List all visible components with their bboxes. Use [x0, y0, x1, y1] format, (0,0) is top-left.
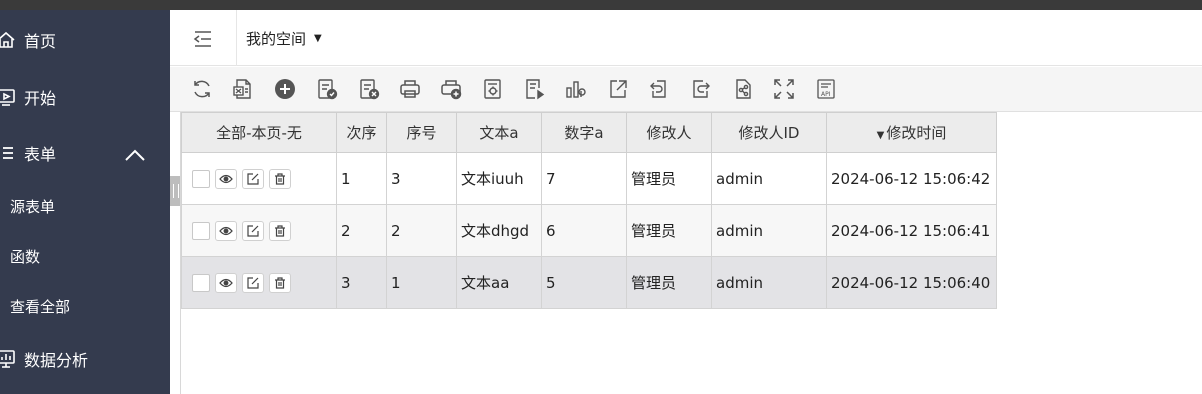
sidebar-subitem-label: 函数 [10, 247, 41, 266]
cell-modified-time: 2024-06-12 15:06:42 [826, 152, 997, 205]
sidebar-item-label: 首页 [24, 32, 57, 51]
print-icon[interactable] [398, 77, 422, 101]
run-doc-icon[interactable] [523, 77, 547, 101]
row-checkbox[interactable] [192, 169, 210, 188]
window-top-bar [0, 0, 1202, 10]
header-divider [236, 10, 237, 66]
cell-text-a: 文本aa [456, 256, 542, 309]
chart-icon[interactable] [564, 77, 588, 101]
table-header-row: 全部-本页-无 次序 序号 文本a 数字a 修改人 修改人ID ▼ 修改时间 [181, 112, 997, 153]
api-doc-icon[interactable]: API [814, 77, 838, 101]
sidebar-subitem-functions[interactable]: 函数 [10, 240, 160, 272]
cell-order: 2 [336, 204, 387, 257]
caret-down-icon: ▼ [314, 33, 322, 44]
cell-modifier: 管理员 [626, 204, 712, 257]
column-header-serial[interactable]: 序号 [386, 112, 457, 153]
cell-number-a: 7 [541, 152, 627, 205]
delete-icon[interactable] [269, 220, 291, 241]
column-header-label: 修改时间 [886, 124, 947, 142]
header: 我的空间 ▼ [170, 10, 1202, 66]
sidebar-item-start[interactable]: 开始 [0, 77, 170, 117]
cell-modified-time: 2024-06-12 15:06:41 [826, 204, 997, 257]
collapse-menu-icon[interactable] [192, 28, 214, 50]
cell-number-a: 5 [541, 256, 627, 309]
sidebar: 首页 开始 表单 源表单 函数 查看全部 数据分析 [0, 10, 170, 394]
cell-serial: 1 [386, 256, 457, 309]
cell-number-a: 6 [541, 204, 627, 257]
submit-icon[interactable] [315, 77, 339, 101]
toolbar: API [170, 67, 1202, 112]
play-screen-icon [0, 87, 16, 107]
cell-modifier: 管理员 [626, 152, 712, 205]
home-icon [0, 30, 16, 50]
svg-text:API: API [821, 91, 831, 98]
row-actions [181, 152, 337, 205]
sidebar-subitem-label: 源表单 [10, 197, 56, 216]
cell-text-a: 文本dhgd [456, 204, 542, 257]
delete-icon[interactable] [269, 272, 291, 293]
cell-modifier: 管理员 [626, 256, 712, 309]
column-header-modifier[interactable]: 修改人 [626, 112, 712, 153]
row-checkbox[interactable] [192, 221, 210, 240]
sidebar-item-data-analysis[interactable]: 数据分析 [0, 339, 170, 379]
view-icon[interactable] [215, 272, 237, 293]
cell-modifier-id: admin [711, 256, 827, 309]
print-add-icon[interactable] [439, 77, 463, 101]
data-table: 全部-本页-无 次序 序号 文本a 数字a 修改人 修改人ID ▼修改时间 1 [181, 112, 997, 309]
table-row[interactable]: 3 1 文本aa 5 管理员 admin 2024-06-12 15:06:40 [181, 256, 997, 309]
sort-desc-icon: ▼ [876, 130, 885, 141]
cell-serial: 3 [386, 152, 457, 205]
edit-icon[interactable] [242, 220, 264, 241]
column-header-select-all[interactable]: 全部-本页-无 [181, 112, 337, 153]
cell-modifier-id: admin [711, 204, 827, 257]
cell-serial: 2 [386, 204, 457, 257]
edit-icon[interactable] [242, 168, 264, 189]
excel-export-icon[interactable] [231, 77, 255, 101]
sidebar-resize-handle[interactable] [170, 176, 180, 206]
row-actions [181, 256, 337, 309]
cell-text-a: 文本iuuh [456, 152, 542, 205]
row-actions [181, 204, 337, 257]
column-header-modifier-id[interactable]: 修改人ID [711, 112, 827, 153]
space-label: 我的空间 [246, 30, 307, 48]
delete-icon[interactable] [269, 168, 291, 189]
share-out-icon[interactable] [606, 77, 630, 101]
sidebar-item-forms[interactable]: 表单 [0, 133, 170, 173]
sidebar-subitem-label: 查看全部 [10, 297, 71, 316]
chevron-up-icon[interactable] [124, 147, 146, 166]
cancel-submit-icon[interactable] [357, 77, 381, 101]
space-selector[interactable]: 我的空间 ▼ [246, 28, 322, 49]
column-header-number-a[interactable]: 数字a [541, 112, 627, 153]
column-header-order[interactable]: 次序 [336, 112, 387, 153]
cell-order: 3 [336, 256, 387, 309]
refresh-icon[interactable] [190, 77, 214, 101]
sidebar-subitem-source-form[interactable]: 源表单 [10, 190, 160, 222]
view-icon[interactable] [215, 168, 237, 189]
cell-modifier-id: admin [711, 152, 827, 205]
list-icon [0, 143, 16, 163]
redo-doc-icon[interactable] [689, 77, 713, 101]
fullscreen-icon[interactable] [772, 77, 796, 101]
table-row[interactable]: 2 2 文本dhgd 6 管理员 admin 2024-06-12 15:06:… [181, 204, 997, 257]
sidebar-item-label: 表单 [24, 145, 57, 164]
cell-order: 1 [336, 152, 387, 205]
undo-doc-icon[interactable] [647, 77, 671, 101]
sidebar-item-label: 数据分析 [24, 351, 89, 370]
add-icon[interactable] [273, 77, 297, 101]
sidebar-item-label: 开始 [24, 89, 57, 108]
column-header-modified-time[interactable]: ▼ 修改时间 [826, 112, 997, 153]
column-header-text-a[interactable]: 文本a [456, 112, 542, 153]
cell-modified-time: 2024-06-12 15:06:40 [826, 256, 997, 309]
sidebar-subitem-view-all[interactable]: 查看全部 [10, 290, 160, 322]
row-checkbox[interactable] [192, 273, 210, 292]
view-icon[interactable] [215, 220, 237, 241]
sidebar-item-home[interactable]: 首页 [0, 20, 170, 60]
edit-icon[interactable] [242, 272, 264, 293]
settings-doc-icon[interactable] [481, 77, 505, 101]
chart-board-icon [0, 349, 16, 369]
table-row[interactable]: 1 3 文本iuuh 7 管理员 admin 2024-06-12 15:06:… [181, 152, 997, 205]
share-link-icon[interactable] [731, 77, 755, 101]
